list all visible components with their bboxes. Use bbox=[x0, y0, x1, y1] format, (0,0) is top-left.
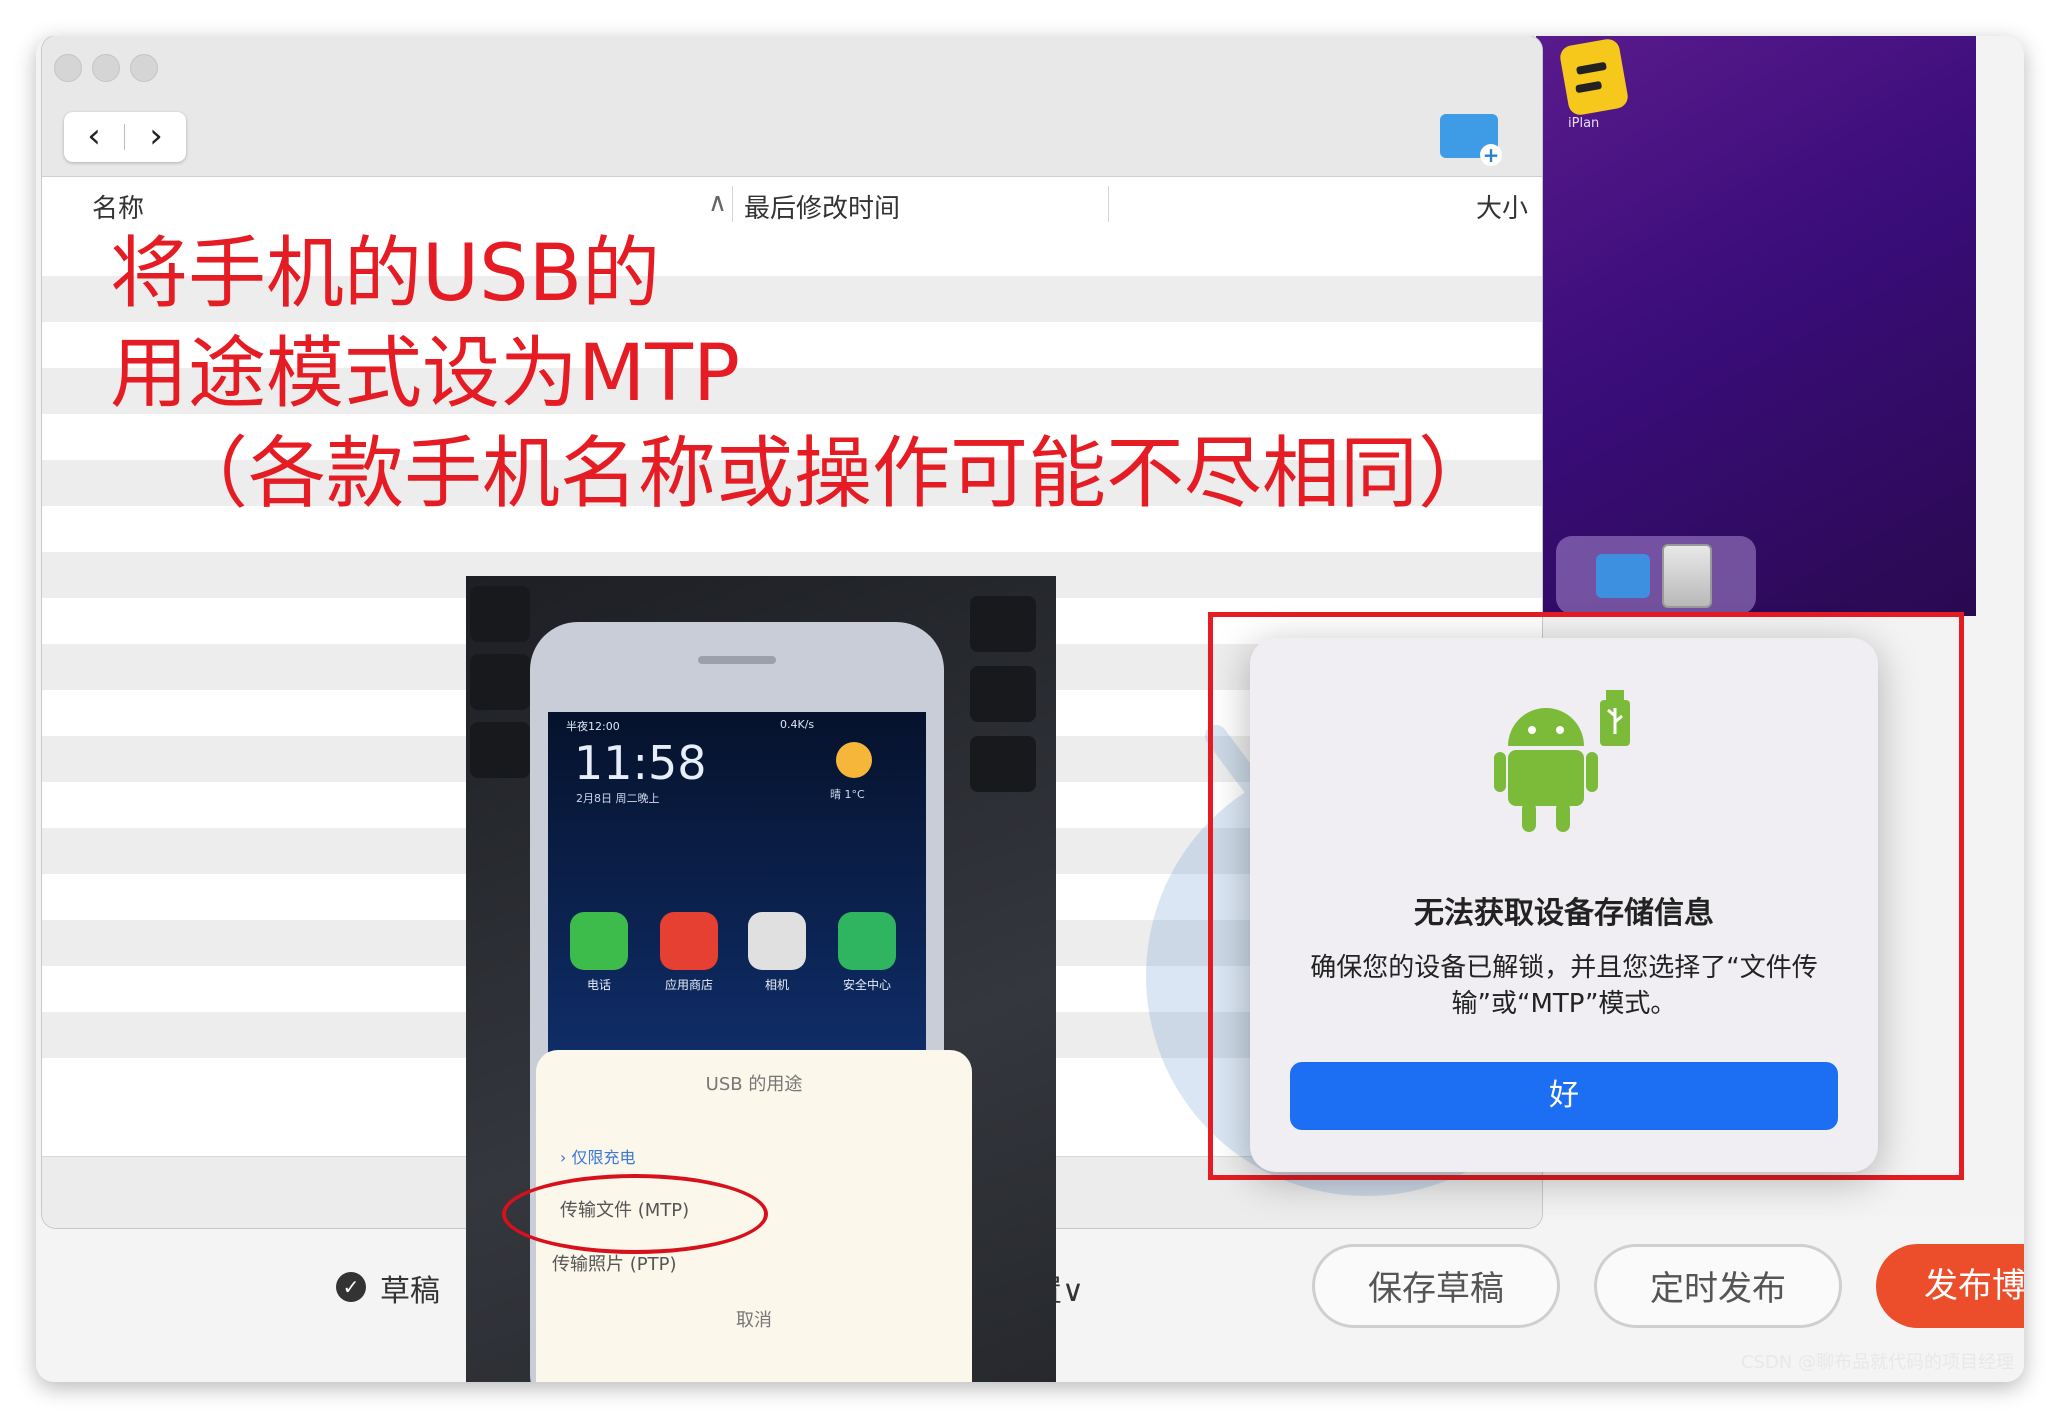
column-size[interactable]: 大小 bbox=[1476, 188, 1528, 225]
draft-label: 草稿 bbox=[380, 1274, 440, 1309]
sort-ascending-icon[interactable]: ∧ bbox=[708, 188, 727, 218]
schedule-publish-button[interactable]: 定时发布 bbox=[1594, 1244, 1842, 1328]
nav-divider bbox=[124, 124, 125, 150]
usb-option-charge-only[interactable]: › 仅限充电 bbox=[560, 1144, 636, 1168]
phone-clock: 11:58 bbox=[574, 736, 707, 790]
screenshot-frame: iPlan ✓ 草稿 设置∨ 保存草稿 定时发布 发布博 ‹ › 名称 ∧ 最后 bbox=[36, 36, 2024, 1382]
annotation-line-3: （各款手机名称或操作可能不尽相同） bbox=[170, 429, 1497, 519]
iplan-app-icon[interactable] bbox=[1558, 37, 1630, 117]
save-draft-button[interactable]: 保存草稿 bbox=[1312, 1244, 1560, 1328]
keyboard-key bbox=[970, 666, 1036, 722]
column-separator bbox=[1108, 186, 1109, 222]
phone-app-icon[interactable] bbox=[570, 912, 628, 970]
keyboard-key bbox=[970, 736, 1036, 792]
usb-cancel-button[interactable]: 取消 bbox=[536, 1306, 972, 1332]
keyboard-key bbox=[470, 722, 530, 778]
dock bbox=[1556, 536, 1756, 614]
phone-body: 半夜12:00 0.4K/s 11:58 2月8日 周二晚上 晴 1°C 电话 … bbox=[502, 622, 972, 1382]
history-nav: ‹ › bbox=[64, 112, 186, 162]
app-label: 相机 bbox=[764, 978, 789, 992]
keyboard-key bbox=[470, 586, 530, 642]
phone-weather: 晴 1°C bbox=[830, 788, 865, 801]
phone-status-time: 半夜12:00 bbox=[566, 720, 620, 733]
annotation-line-2: 用途模式设为MTP bbox=[110, 329, 740, 419]
phone-status-net: 0.4K/s bbox=[780, 718, 815, 731]
mtp-highlight-circle bbox=[502, 1174, 768, 1254]
new-folder-icon[interactable] bbox=[1440, 114, 1502, 166]
usb-option-ptp[interactable]: 传输照片 (PTP) bbox=[552, 1250, 676, 1276]
ok-button[interactable]: 好 bbox=[1290, 1062, 1838, 1130]
title-bar: ‹ › bbox=[42, 36, 1542, 177]
usb-option-label: 仅限充电 bbox=[571, 1148, 636, 1167]
csdn-watermark: CSDN @聊布品就代码的项目经理 bbox=[1740, 1352, 2014, 1373]
alert-dialog: 无法获取设备存储信息 确保您的设备已解锁，并且您选择了“文件传输”或“MTP”模… bbox=[1250, 638, 1878, 1172]
check-icon[interactable]: ✓ bbox=[336, 1272, 366, 1302]
forward-button[interactable]: › bbox=[126, 112, 186, 162]
usb-sheet-title: USB 的用途 bbox=[705, 1074, 803, 1095]
phone-photo: 半夜12:00 0.4K/s 11:58 2月8日 周二晚上 晴 1°C 电话 … bbox=[466, 576, 1056, 1382]
zoom-window-button[interactable] bbox=[130, 54, 158, 82]
security-center-icon[interactable] bbox=[838, 912, 896, 970]
desktop: iPlan bbox=[1536, 36, 1976, 616]
phone-screen: 半夜12:00 0.4K/s 11:58 2月8日 周二晚上 晴 1°C 电话 … bbox=[502, 712, 972, 1382]
keyboard-key bbox=[970, 596, 1036, 652]
publish-button[interactable]: 发布博 bbox=[1876, 1244, 2024, 1328]
annotation-text: 将手机的USB的 用途模式设为MTP （各款手机名称或操作可能不尽相同） bbox=[110, 224, 1580, 524]
dialog-title: 无法获取设备存储信息 bbox=[1414, 896, 1714, 931]
android-usb-icon bbox=[1494, 690, 1630, 832]
dialog-message: 确保您的设备已解锁，并且您选择了“文件传输”或“MTP”模式。 bbox=[1310, 953, 1818, 1019]
phone-date: 2月8日 周二晚上 bbox=[576, 792, 660, 805]
minimize-window-button[interactable] bbox=[92, 54, 120, 82]
windows-icon[interactable] bbox=[1596, 554, 1650, 598]
column-name[interactable]: 名称 bbox=[92, 188, 144, 225]
close-window-button[interactable] bbox=[54, 54, 82, 82]
annotation-line-1: 将手机的USB的 bbox=[110, 229, 661, 319]
column-modified[interactable]: 最后修改时间 bbox=[744, 188, 900, 225]
list-header: 名称 ∧ 最后修改时间 大小 bbox=[42, 178, 1542, 230]
phone-speaker bbox=[698, 656, 776, 664]
app-label: 电话 bbox=[586, 978, 611, 992]
app-label: iPlan bbox=[1568, 116, 1600, 131]
app-store-icon[interactable] bbox=[660, 912, 718, 970]
app-label: 应用商店 bbox=[664, 978, 713, 992]
camera-icon[interactable] bbox=[748, 912, 806, 970]
usb-mode-sheet: USB 的用途 › 仅限充电 传输文件 (MTP) 传输照片 (PTP) 取消 bbox=[502, 1050, 972, 1382]
weather-sun-icon bbox=[836, 742, 872, 778]
trash-icon[interactable] bbox=[1662, 544, 1712, 608]
app-label: 安全中心 bbox=[842, 978, 891, 992]
back-button[interactable]: ‹ bbox=[64, 112, 124, 162]
column-separator bbox=[732, 186, 733, 222]
keyboard-key bbox=[470, 654, 530, 710]
